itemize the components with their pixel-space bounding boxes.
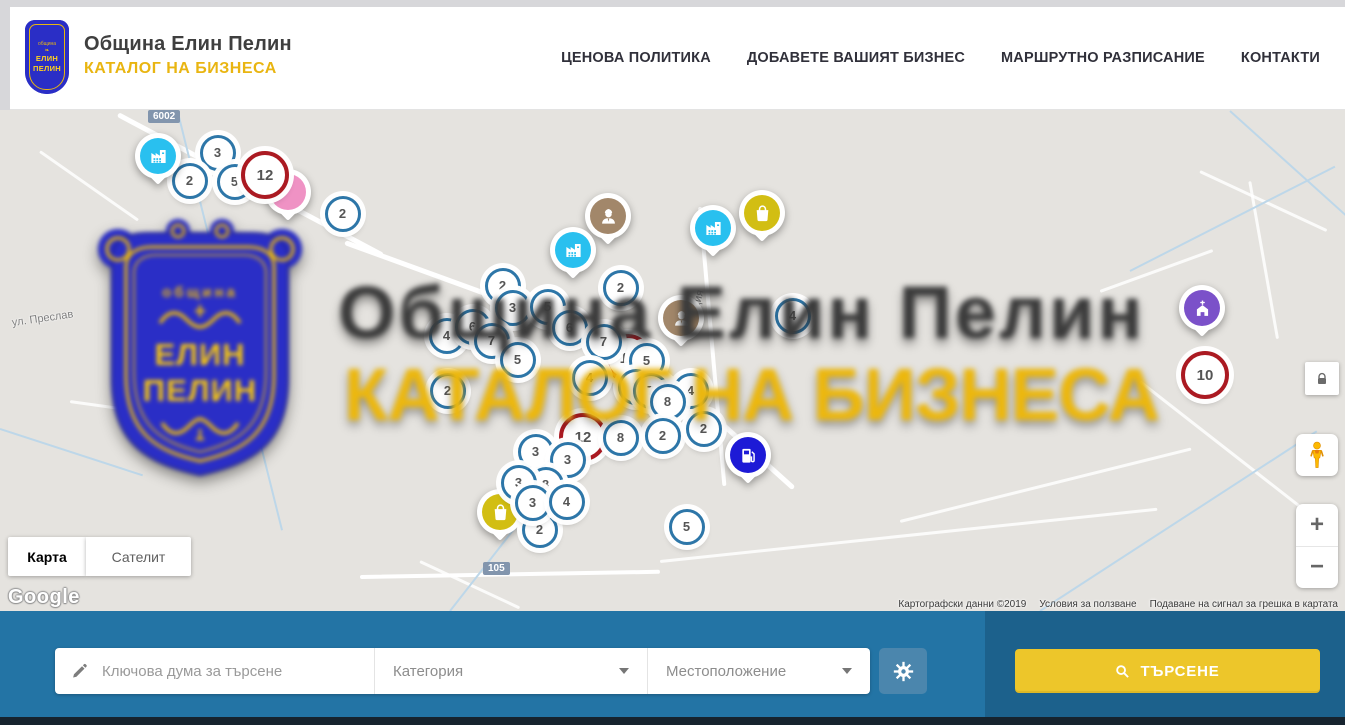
map-cluster[interactable]: 2 (325, 196, 361, 232)
municipality-emblem-logo: община ❧ ЕЛИН ПЕЛИН (25, 20, 69, 94)
nav-link-schedule[interactable]: МАРШРУТНО РАЗПИСАНИЕ (1001, 50, 1205, 66)
svg-text:ПЕЛИН: ПЕЛИН (143, 373, 257, 408)
map-road (360, 570, 660, 579)
advanced-search-button[interactable] (879, 648, 927, 694)
emblem-name-line2: ПЕЛИН (33, 65, 61, 73)
search-submit-button[interactable]: ТЪРСЕНЕ (1015, 649, 1320, 693)
svg-text:община: община (162, 284, 238, 301)
map-type-map-button[interactable]: Карта (8, 537, 86, 576)
road-number-label: 105 (483, 562, 510, 575)
zoom-in-button[interactable]: + (1296, 504, 1338, 547)
cluster-count: 5 (683, 519, 690, 534)
cluster-count: 3 (214, 145, 221, 160)
emblem-name-line1: ЕЛИН (36, 55, 58, 63)
worker-pin[interactable] (585, 193, 631, 239)
lock-control-button[interactable] (1305, 362, 1339, 395)
map-road (660, 508, 1158, 563)
chevron-down-icon (842, 668, 852, 674)
site-title: Община Елин Пелин (84, 33, 292, 56)
church-pin[interactable] (1179, 285, 1225, 331)
keyword-field[interactable] (55, 648, 374, 694)
map-cluster[interactable]: 3 (518, 434, 554, 470)
cluster-count: 10 (1197, 367, 1214, 384)
search-submit-label: ТЪРСЕНЕ (1140, 663, 1219, 680)
factory-pin[interactable] (550, 227, 596, 273)
category-dropdown-label: Категория (393, 663, 463, 680)
worker-icon (590, 198, 626, 234)
search-bar: Категория Местоположение (55, 648, 870, 694)
watermark-subtitle: КАТАЛОГ НА БИЗНЕСА (344, 352, 1159, 437)
brand: Община Елин Пелин КАТАЛОГ НА БИЗНЕСА (84, 33, 292, 78)
watermark-emblem: община ЕЛИН ПЕЛИН (82, 215, 318, 488)
fuel-pin[interactable] (725, 432, 771, 478)
svg-text:ЕЛИН: ЕЛИН (154, 337, 245, 372)
road-number-label: 6002 (148, 110, 180, 123)
map-cluster[interactable]: 4 (549, 484, 585, 520)
search-band: Категория Местоположение (0, 611, 1345, 717)
location-dropdown-label: Местоположение (666, 663, 786, 680)
emblem-top-text: община (38, 41, 56, 47)
factory-icon (140, 138, 176, 174)
map-cluster[interactable]: 5 (669, 509, 705, 545)
shopping-pin[interactable] (739, 190, 785, 236)
padlock-icon (1315, 372, 1329, 386)
cluster-count: 2 (339, 206, 346, 221)
location-dropdown[interactable]: Местоположение (647, 648, 870, 694)
pegman-icon (1307, 441, 1327, 469)
nav-link-pricing[interactable]: ЦЕНОВА ПОЛИТИКА (561, 50, 711, 66)
site-subtitle: КАТАЛОГ НА БИЗНЕСА (84, 60, 292, 78)
header: община ❧ ЕЛИН ПЕЛИН Община Елин Пелин КА… (10, 7, 1345, 110)
factory-icon (555, 232, 591, 268)
attribution-report-link[interactable]: Подаване на сигнал за грешка в картата (1150, 599, 1338, 610)
map-cluster[interactable]: 3 (515, 485, 551, 521)
google-map[interactable]: 6002105ул. Преславбул. „Новоселция 32512… (0, 110, 1345, 611)
cluster-count: 2 (186, 173, 193, 188)
main-nav: ЦЕНОВА ПОЛИТИКА ДОБАВЕТЕ ВАШИЯТ БИЗНЕС М… (561, 7, 1320, 109)
cluster-count: 3 (564, 452, 571, 467)
fuel-icon (730, 437, 766, 473)
search-icon (1115, 664, 1130, 679)
cluster-count: 5 (231, 174, 238, 189)
map-cluster[interactable]: 10 (1181, 351, 1229, 399)
attribution-terms-link[interactable]: Условия за ползване (1039, 599, 1136, 610)
map-boundary-line (1039, 430, 1317, 611)
cluster-count: 4 (563, 494, 570, 509)
attribution-data: Картографски данни ©2019 (898, 599, 1026, 610)
watermark-title: Община Елин Пелин (338, 270, 1145, 355)
factory-pin[interactable] (135, 133, 181, 179)
church-icon (1184, 290, 1220, 326)
factory-pin[interactable] (690, 205, 736, 251)
keyword-search-input[interactable] (100, 662, 374, 681)
cluster-count: 3 (532, 444, 539, 459)
pencil-icon (71, 663, 88, 680)
page: община ❧ ЕЛИН ПЕЛИН Община Елин Пелин КА… (0, 0, 1345, 725)
footer-strip (0, 717, 1345, 725)
google-logo[interactable]: Google (8, 586, 80, 609)
nav-link-add-business[interactable]: ДОБАВЕТЕ ВАШИЯТ БИЗНЕС (747, 50, 965, 66)
cluster-count: 2 (536, 522, 543, 537)
street-view-pegman[interactable] (1296, 434, 1338, 476)
street-name-label: ул. Преслав (11, 308, 74, 328)
map-cluster[interactable]: 12 (241, 151, 289, 199)
map-type-control: Карта Сателит (8, 537, 191, 576)
factory-icon (695, 210, 731, 246)
zoom-out-button[interactable]: − (1296, 547, 1338, 589)
category-dropdown[interactable]: Категория (374, 648, 647, 694)
cluster-count: 12 (257, 167, 274, 184)
zoom-control: + − (1296, 504, 1338, 588)
map-type-satellite-button[interactable]: Сателит (86, 537, 191, 576)
nav-link-contacts[interactable]: КОНТАКТИ (1241, 50, 1320, 66)
chevron-down-icon (619, 668, 629, 674)
map-road (39, 150, 139, 221)
map-attribution: Картографски данни ©2019 Условия за полз… (898, 599, 1338, 610)
gear-icon (893, 661, 914, 682)
cluster-count: 3 (529, 495, 536, 510)
bag-icon (744, 195, 780, 231)
